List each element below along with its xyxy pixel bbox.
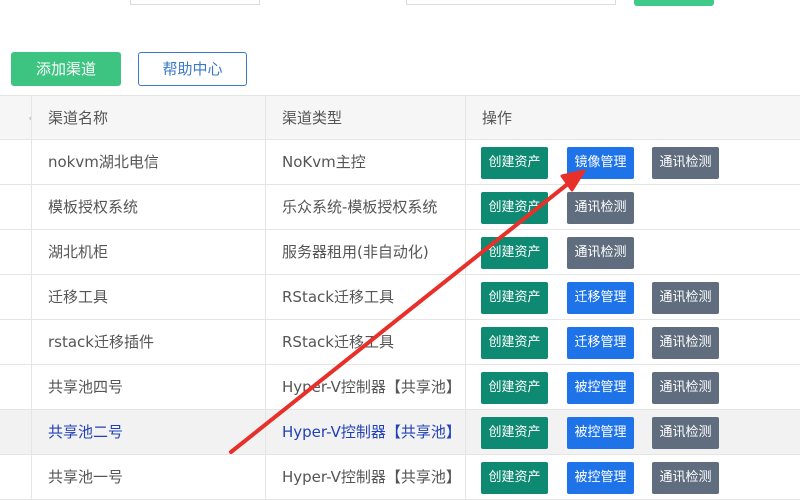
help-center-button[interactable]: 帮助中心 xyxy=(138,52,247,86)
row-leading-cell xyxy=(0,275,31,319)
row-leading-cell xyxy=(0,320,31,364)
column-header-name: 渠道名称 xyxy=(31,96,265,139)
create-asset-button[interactable]: 创建资产 xyxy=(481,192,548,224)
channel-name-cell: nokvm湖北电信 xyxy=(31,140,265,184)
row-leading-cell xyxy=(0,455,31,499)
row-leading-cell xyxy=(0,185,31,229)
filter-input-left[interactable] xyxy=(130,0,260,5)
channel-name-cell: 模板授权系统 xyxy=(31,185,265,229)
image-management-button[interactable]: 镜像管理 xyxy=(567,147,634,179)
channel-type-cell: Hyper-V控制器【共享池】 xyxy=(265,365,465,409)
controlled-management-button[interactable]: 被控管理 xyxy=(567,417,634,449)
column-header-actions: 操作 xyxy=(465,96,800,139)
channel-type-cell: Hyper-V控制器【共享池】 xyxy=(265,455,465,499)
table-header-leading: ‹ xyxy=(0,96,31,139)
channel-type-cell: RStack迁移工具 xyxy=(265,275,465,319)
migration-management-button[interactable]: 迁移管理 xyxy=(567,282,634,314)
row-leading-cell xyxy=(0,140,31,184)
table-header-row: ‹ 渠道名称 渠道类型 操作 xyxy=(0,95,800,140)
table-row: 共享池一号 Hyper-V控制器【共享池】 创建资产 被控管理 通讯检测 xyxy=(0,455,800,500)
create-asset-button[interactable]: 创建资产 xyxy=(481,417,548,449)
channel-name-cell: rstack迁移插件 xyxy=(31,320,265,364)
create-asset-button[interactable]: 创建资产 xyxy=(481,237,548,269)
create-asset-button[interactable]: 创建资产 xyxy=(481,372,548,404)
table-row: 迁移工具 RStack迁移工具 创建资产 迁移管理 通讯检测 xyxy=(0,275,800,320)
row-leading-cell xyxy=(0,230,31,274)
create-asset-button[interactable]: 创建资产 xyxy=(481,327,548,359)
connection-test-button[interactable]: 通讯检测 xyxy=(652,282,719,314)
connection-test-button[interactable]: 通讯检测 xyxy=(567,192,634,224)
create-asset-button[interactable]: 创建资产 xyxy=(481,462,548,494)
filter-input-middle[interactable] xyxy=(406,0,616,5)
channel-name-cell: 共享池一号 xyxy=(31,455,265,499)
channel-type-cell: RStack迁移工具 xyxy=(265,320,465,364)
row-leading-cell xyxy=(0,410,31,454)
row-leading-cell xyxy=(0,365,31,409)
channel-name-cell: 湖北机柜 xyxy=(31,230,265,274)
connection-test-button[interactable]: 通讯检测 xyxy=(567,237,634,269)
connection-test-button[interactable]: 通讯检测 xyxy=(652,147,719,179)
table-row: 湖北机柜 服务器租用(非自动化) 创建资产 通讯检测 xyxy=(0,230,800,275)
search-button[interactable] xyxy=(634,0,714,6)
add-channel-button[interactable]: 添加渠道 xyxy=(11,52,121,86)
create-asset-button[interactable]: 创建资产 xyxy=(481,282,548,314)
controlled-management-button[interactable]: 被控管理 xyxy=(567,372,634,404)
controlled-management-button[interactable]: 被控管理 xyxy=(567,462,634,494)
channel-type-cell: 服务器租用(非自动化) xyxy=(265,230,465,274)
table-row: nokvm湖北电信 NoKvm主控 创建资产 镜像管理 通讯检测 xyxy=(0,140,800,185)
channel-table: ‹ 渠道名称 渠道类型 操作 nokvm湖北电信NoKvm主控创建资产镜像管理通… xyxy=(0,95,800,500)
channel-type-cell: 乐众系统-模板授权系统 xyxy=(265,185,465,229)
connection-test-button[interactable]: 通讯检测 xyxy=(652,462,719,494)
table-row: 模板授权系统 乐众系统-模板授权系统 创建资产 通讯检测 xyxy=(0,185,800,230)
channel-name-cell: 共享池四号 xyxy=(31,365,265,409)
channel-name-cell: 共享池二号 xyxy=(31,410,265,454)
column-header-type: 渠道类型 xyxy=(265,96,465,139)
channel-type-cell: Hyper-V控制器【共享池】 xyxy=(265,410,465,454)
channel-name-cell: 迁移工具 xyxy=(31,275,265,319)
connection-test-button[interactable]: 通讯检测 xyxy=(652,327,719,359)
table-row: rstack迁移插件 RStack迁移工具 创建资产 迁移管理 通讯检测 xyxy=(0,320,800,365)
table-row: 共享池二号 Hyper-V控制器【共享池】 创建资产 被控管理 通讯检测 xyxy=(0,410,800,455)
migration-management-button[interactable]: 迁移管理 xyxy=(567,327,634,359)
create-asset-button[interactable]: 创建资产 xyxy=(481,147,548,179)
channel-type-cell: NoKvm主控 xyxy=(265,140,465,184)
table-row: 共享池四号 Hyper-V控制器【共享池】 创建资产 被控管理 通讯检测 xyxy=(0,365,800,410)
connection-test-button[interactable]: 通讯检测 xyxy=(652,417,719,449)
connection-test-button[interactable]: 通讯检测 xyxy=(652,372,719,404)
